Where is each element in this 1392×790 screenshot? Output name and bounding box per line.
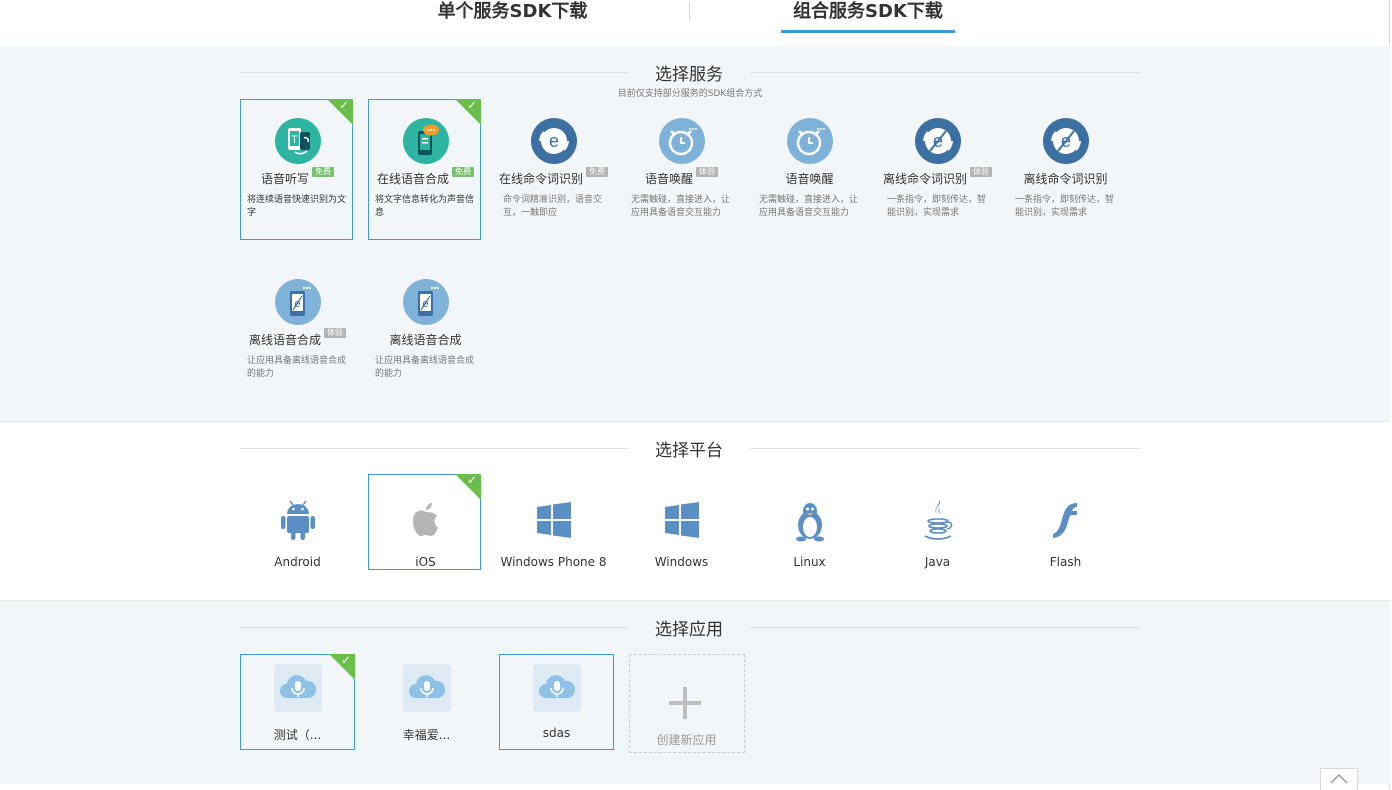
voice-wakeup-icon — [787, 118, 833, 164]
platform-card-windows-phone-8[interactable]: Windows Phone 8 — [496, 474, 609, 570]
services-section: 选择服务 目前仅支持部分服务的SDK组合方式 ✓ T 语音听写免费 将连续语音快… — [0, 46, 1390, 422]
plus-icon — [669, 687, 701, 719]
cloud-mic-icon — [274, 664, 322, 712]
header-rule-right — [750, 448, 1140, 449]
free-badge: 免费 — [452, 167, 474, 177]
cloud-mic-icon — [403, 664, 451, 712]
header-rule-left — [240, 72, 628, 73]
app-card-xingfu[interactable]: 幸福爱... — [369, 654, 484, 750]
create-new-app-label: 创建新应用 — [656, 733, 717, 747]
offline-command-icon: e — [1043, 118, 1089, 164]
service-card-online-command[interactable]: e 在线命令词识别免费 命令词精准识别，语音交互，一触即应 — [496, 99, 609, 240]
service-name: 语音唤醒 — [644, 172, 693, 186]
service-name: 在线命令词识别 — [498, 172, 583, 186]
service-desc: 将连续语音快速识别为文字 — [247, 195, 347, 218]
check-icon: ✓ — [466, 98, 477, 112]
header-rule-right — [750, 627, 1140, 628]
tab-single-service-sdk[interactable]: 单个服务SDK下载 — [420, 0, 605, 30]
service-card-online-tts[interactable]: ✓ 在线语音合成免费 将文字信息转化为声音信息 — [368, 98, 481, 240]
platform-card-android[interactable]: Android — [240, 474, 353, 570]
service-name: 语音唤醒 — [785, 172, 834, 186]
java-icon — [917, 497, 959, 543]
service-card-voice-wakeup-trial[interactable]: 语音唤醒体验 无需触碰，直接进入，让应用具备语音交互能力 — [624, 99, 737, 240]
service-desc: 无需触碰，直接进入，让应用具备语音交互能力 — [631, 195, 731, 218]
service-card-voice-wakeup[interactable]: 语音唤醒 无需触碰，直接进入，让应用具备语音交互能力 — [752, 99, 865, 240]
services-header: 选择服务 — [240, 46, 1140, 85]
platform-title: 选择平台 — [655, 441, 723, 461]
service-name: 语音听写 — [260, 172, 309, 186]
service-desc: 无需触碰，直接进入，让应用具备语音交互能力 — [759, 195, 859, 218]
create-new-app-button[interactable]: 创建新应用 — [629, 654, 745, 753]
apple-icon — [405, 497, 447, 543]
speech-dictation-icon: T — [275, 118, 321, 164]
services-title: 选择服务 — [655, 65, 723, 85]
service-desc: 一条指令，即刻传达，智能识别，实现需求 — [887, 195, 987, 218]
header-rule-right — [750, 72, 1140, 73]
service-name: 离线命令词识别 — [1023, 172, 1108, 186]
platform-header: 选择平台 — [240, 422, 1140, 461]
platform-section: 选择平台 Android ✓ iOS Windows Phone 8 Windo… — [0, 422, 1390, 600]
windows-icon — [533, 497, 575, 543]
platform-card-java[interactable]: Java — [880, 474, 993, 570]
platform-card-linux[interactable]: Linux — [752, 474, 865, 570]
platform-name: Flash — [1049, 555, 1082, 569]
apps-section: 选择应用 ✓ 测试（... 幸福爱... sdas 创建新应用 — [0, 600, 1390, 784]
header-rule-left — [240, 448, 628, 449]
offline-tts-icon: e — [403, 279, 449, 325]
app-card-test[interactable]: ✓ 测试（... — [240, 653, 355, 750]
service-desc: 让应用具备离线语音合成的能力 — [247, 356, 347, 379]
back-to-top-button[interactable] — [1320, 768, 1358, 790]
service-desc: 让应用具备离线语音合成的能力 — [375, 356, 475, 379]
cloud-mic-icon — [533, 664, 581, 712]
flash-icon — [1045, 497, 1087, 543]
free-badge: 免费 — [312, 167, 334, 177]
trial-badge: 体验 — [970, 167, 992, 177]
service-desc: 一条指令，即刻传达，智能识别，实现需求 — [1015, 195, 1115, 218]
linux-tux-icon — [789, 497, 831, 543]
service-desc: 将文字信息转化为声音信息 — [375, 195, 475, 218]
service-card-speech-dictation[interactable]: ✓ T 语音听写免费 将连续语音快速识别为文字 — [240, 98, 353, 240]
service-name: 离线命令词识别 — [882, 172, 967, 186]
windows-icon — [661, 497, 703, 543]
voice-wakeup-icon — [659, 118, 705, 164]
service-name: 离线语音合成 — [389, 333, 462, 347]
online-tts-icon — [403, 118, 449, 164]
service-card-offline-tts-trial[interactable]: e 离线语音合成体验 让应用具备离线语音合成的能力 — [240, 260, 353, 401]
trial-badge: 体验 — [696, 167, 718, 177]
header-rule-left — [240, 627, 628, 628]
services-subtitle: 目前仅支持部分服务的SDK组合方式 — [617, 89, 763, 99]
sdk-download-tabbar: 单个服务SDK下载 组合服务SDK下载 — [0, 0, 1390, 46]
service-card-offline-command[interactable]: e 离线命令词识别 一条指令，即刻传达，智能识别，实现需求 — [1008, 99, 1121, 240]
chevron-up-icon — [1330, 774, 1348, 784]
app-name: 测试（... — [273, 728, 322, 742]
svg-text:T: T — [291, 134, 298, 146]
tab-combo-service-sdk[interactable]: 组合服务SDK下载 — [781, 0, 955, 33]
platform-card-flash[interactable]: Flash — [1008, 474, 1121, 570]
check-icon: ✓ — [338, 98, 349, 112]
offline-command-icon: e — [915, 118, 961, 164]
service-name: 在线语音合成 — [376, 172, 449, 186]
apps-header: 选择应用 — [240, 601, 1140, 640]
tab-divider — [689, 2, 690, 20]
check-icon: ✓ — [340, 653, 351, 667]
service-name: 离线语音合成 — [248, 333, 321, 347]
apps-title: 选择应用 — [655, 620, 723, 640]
service-card-offline-command-trial[interactable]: e 离线命令词识别体验 一条指令，即刻传达，智能识别，实现需求 — [880, 99, 993, 240]
svg-text:e: e — [549, 131, 559, 151]
online-command-icon: e — [531, 118, 577, 164]
free-badge: 免费 — [586, 167, 608, 177]
check-icon: ✓ — [466, 473, 477, 487]
app-name: 幸福爱... — [402, 728, 451, 742]
service-desc: 命令词精准识别，语音交互，一触即应 — [503, 195, 603, 218]
trial-badge: 体验 — [324, 328, 346, 338]
offline-tts-icon: e — [275, 279, 321, 325]
platform-card-ios[interactable]: ✓ iOS — [368, 473, 481, 570]
platform-card-windows[interactable]: Windows — [624, 474, 737, 570]
service-card-offline-tts[interactable]: e 离线语音合成 让应用具备离线语音合成的能力 — [368, 260, 481, 401]
app-card-sdas[interactable]: sdas — [499, 654, 614, 750]
android-icon — [277, 497, 319, 543]
app-name: sdas — [542, 726, 571, 740]
